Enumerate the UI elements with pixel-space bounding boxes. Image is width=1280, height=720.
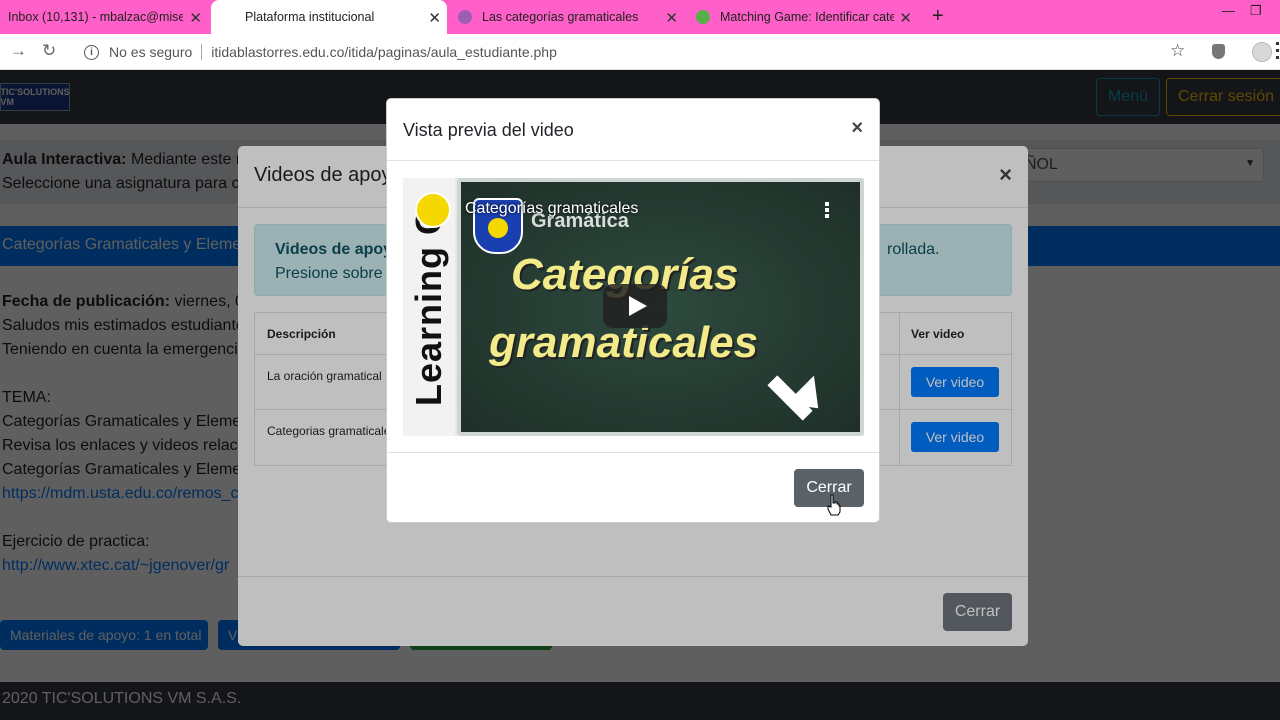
menu-dots-icon[interactable] (1276, 42, 1279, 60)
video-title[interactable]: Categorías gramaticales (465, 200, 638, 218)
minimize-icon[interactable]: — (1222, 3, 1235, 18)
shield-icon[interactable] (1212, 44, 1225, 59)
modal-title: Vista previa del video (403, 120, 574, 140)
educaplay-icon (696, 10, 710, 24)
close-icon[interactable]: ✕ (899, 9, 912, 27)
tab-plataforma[interactable]: Plataforma institucional ✕ (211, 0, 447, 34)
close-icon[interactable]: ✕ (189, 9, 202, 27)
play-icon[interactable] (603, 284, 667, 328)
security-label: No es seguro (109, 44, 193, 60)
restore-icon[interactable]: ❐ (1250, 3, 1262, 19)
divider (201, 44, 203, 60)
browser-toolbar: → ↻ i No es seguro itidablastorres.edu.c… (0, 34, 1280, 70)
close-icon[interactable]: ✕ (665, 9, 678, 27)
reload-icon[interactable]: ↻ (42, 41, 56, 61)
tab-categorias[interactable]: Las categorías gramaticales ✕ (450, 0, 684, 34)
channel-avatar[interactable] (415, 192, 451, 228)
info-icon[interactable]: i (84, 44, 99, 60)
back-arrow-icon[interactable]: → (10, 41, 27, 61)
address-bar[interactable]: i No es seguro itidablastorres.edu.co/it… (72, 38, 1200, 66)
divider (387, 160, 879, 161)
tab-matching[interactable]: Matching Game: Identificar categ ✕ (688, 0, 918, 34)
tab-title: Inbox (10,131) - mbalzac@misen (8, 10, 183, 24)
new-tab-icon[interactable]: + (932, 5, 944, 28)
tab-title: Las categorías gramaticales (482, 10, 639, 24)
tab-inbox[interactable]: Inbox (10,131) - mbalzac@misen ✕ (0, 0, 208, 34)
close-icon[interactable]: × (851, 117, 863, 140)
close-icon[interactable]: ✕ (428, 9, 441, 27)
hand-cursor-icon (827, 494, 841, 516)
video-player[interactable]: Learning C Gramática Categorías gramatic… (403, 178, 864, 436)
profile-avatar[interactable] (1252, 42, 1272, 62)
globe-icon (458, 10, 472, 24)
video-preview-modal: Vista previa del video × Learning C Gram… (386, 98, 880, 523)
star-icon[interactable]: ☆ (1170, 41, 1185, 61)
tab-title: Plataforma institucional (245, 10, 375, 24)
more-options-icon[interactable] (825, 202, 829, 218)
tab-strip: Inbox (10,131) - mbalzac@misen ✕ Platafo… (0, 0, 1280, 34)
url-text[interactable]: itidablastorres.edu.co/itida/paginas/aul… (211, 44, 557, 60)
divider (387, 452, 879, 453)
side-text: Learning C (408, 207, 449, 407)
tab-title: Matching Game: Identificar categ (720, 10, 894, 24)
